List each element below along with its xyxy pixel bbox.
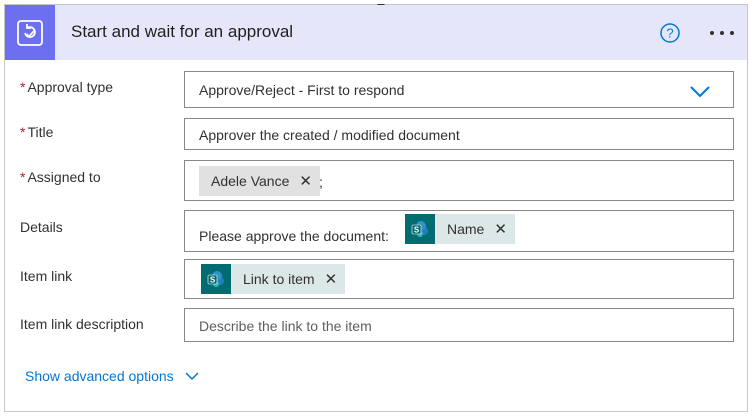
remove-token-icon[interactable]: ✕ — [325, 270, 346, 288]
title-input[interactable]: Approver the created / modified document — [184, 118, 734, 150]
approval-type-label: * Approval type — [20, 79, 114, 95]
action-card: Start and wait for an approval ? * Approv… — [4, 4, 748, 412]
required-mark: * — [20, 169, 26, 185]
token-separator: ; — [319, 174, 323, 190]
assigned-to-label: * Assigned to — [20, 169, 101, 185]
chevron-down-icon[interactable] — [689, 84, 711, 98]
svg-text:S: S — [210, 276, 216, 285]
assigned-to-input[interactable]: Adele Vance ✕ ; — [184, 160, 734, 201]
card-title: Start and wait for an approval — [71, 22, 294, 41]
approval-type-dropdown[interactable]: Approve/Reject - First to respond — [184, 71, 734, 108]
dynamic-token-label: Name — [447, 221, 485, 237]
advanced-options-label: Show advanced options — [25, 368, 174, 384]
details-text: Please approve the document: — [199, 228, 389, 244]
details-label: Details — [20, 219, 63, 235]
svg-text:?: ? — [666, 26, 673, 41]
required-mark: * — [20, 124, 26, 140]
approval-type-value: Approve/Reject - First to respond — [199, 82, 405, 98]
required-mark: * — [20, 79, 26, 95]
item-link-input[interactable]: S Link to item ✕ — [184, 259, 734, 299]
item-link-description-input[interactable]: Describe the link to the item — [184, 308, 734, 342]
item-link-description-placeholder: Describe the link to the item — [199, 318, 372, 334]
remove-token-icon[interactable]: ✕ — [494, 220, 515, 238]
sharepoint-icon: S — [405, 214, 435, 244]
ellipsis-icon[interactable] — [707, 23, 737, 43]
title-value: Approver the created / modified document — [199, 127, 460, 143]
dynamic-content-token[interactable]: S Name ✕ — [405, 214, 515, 244]
approval-icon — [5, 5, 55, 60]
title-label: * Title — [20, 124, 54, 140]
dynamic-content-token[interactable]: S Link to item ✕ — [201, 264, 346, 294]
item-link-label: Item link — [20, 268, 73, 284]
show-advanced-options-link[interactable]: Show advanced options — [25, 368, 200, 384]
person-token-label: Adele Vance — [211, 173, 290, 189]
card-header[interactable]: Start and wait for an approval ? — [5, 5, 747, 60]
chevron-down-icon — [185, 372, 199, 381]
remove-token-icon[interactable]: ✕ — [299, 172, 320, 190]
details-input[interactable]: Please approve the document: S Name ✕ — [184, 210, 734, 252]
svg-text:S: S — [414, 226, 420, 235]
dynamic-token-label: Link to item — [243, 271, 315, 287]
question-circle-icon[interactable]: ? — [659, 22, 681, 44]
sharepoint-icon: S — [201, 264, 231, 294]
person-token[interactable]: Adele Vance ✕ — [199, 166, 320, 196]
item-link-description-label: Item link description — [20, 316, 144, 332]
